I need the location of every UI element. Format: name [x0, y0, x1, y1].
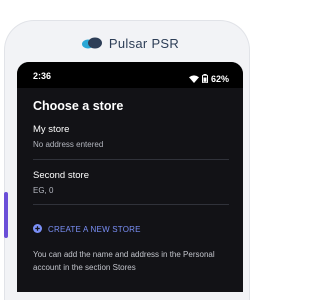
- status-right-group: 62%: [188, 70, 229, 88]
- store-address: EG, 0: [33, 186, 54, 195]
- brand-name: Pulsar PSR: [108, 35, 180, 51]
- store-address: No address entered: [33, 140, 104, 149]
- create-store-label: CREATE A NEW STORE: [48, 224, 141, 234]
- store-item[interactable]: Second store EG, 0: [33, 170, 229, 195]
- phone-side-button: [4, 192, 8, 238]
- divider: [33, 159, 229, 160]
- sheet-title: Choose a store: [33, 99, 124, 113]
- store-name: My store: [33, 124, 70, 135]
- phone-screen: 2:36 62% Choose a store My store No addr…: [17, 62, 243, 292]
- store-item[interactable]: My store No address entered: [33, 124, 229, 149]
- divider: [33, 204, 229, 205]
- battery-icon: [201, 70, 208, 88]
- battery-percentage: 62%: [210, 74, 229, 84]
- create-store-button[interactable]: CREATE A NEW STORE: [33, 220, 141, 238]
- plus-circle-icon: [33, 220, 42, 238]
- brand-header: Pulsar PSR: [0, 34, 260, 52]
- info-text: You can add the name and address in the …: [33, 250, 215, 272]
- status-bar: 2:36 62%: [17, 62, 243, 88]
- store-name: Second store: [33, 170, 89, 181]
- status-time: 2:36: [33, 71, 52, 81]
- wifi-icon: [188, 70, 199, 88]
- cloud-logo-icon: [81, 37, 103, 49]
